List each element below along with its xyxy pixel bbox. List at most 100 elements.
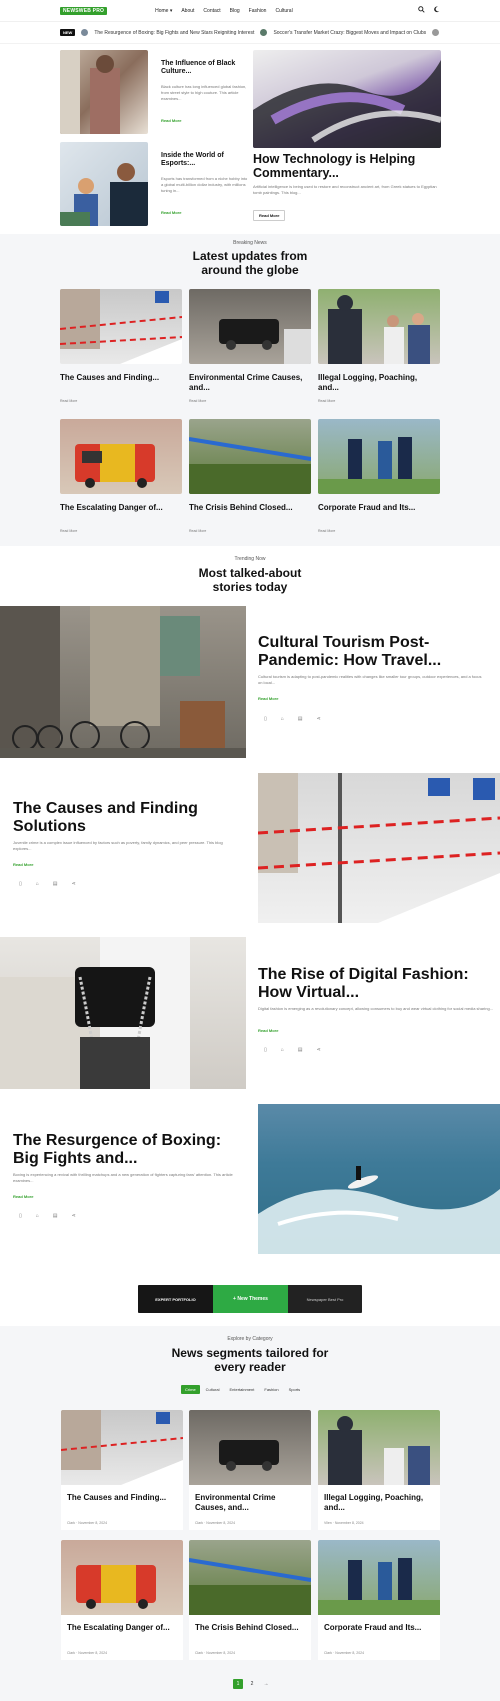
moon-icon[interactable] <box>433 6 440 15</box>
page: NEWSWEB PRO Home ▾ About Contact Blog Fa… <box>0 0 500 1701</box>
card-image[interactable] <box>189 1410 311 1485</box>
trending-excerpt-2: Juvenile crime is a complex issue influe… <box>13 840 223 851</box>
card-image[interactable] <box>61 1410 183 1485</box>
trending-image-4[interactable] <box>258 1104 500 1254</box>
hero-card1-image[interactable] <box>60 50 148 134</box>
share-icon[interactable]: ⋖ <box>72 881 76 887</box>
card-image[interactable] <box>189 419 311 494</box>
promo-banner[interactable]: EXPERT PORTFOLIO + New Themes Newspaper … <box>138 1285 362 1313</box>
card-title[interactable]: The Causes and Finding... <box>60 373 178 383</box>
card-image[interactable] <box>61 1540 183 1615</box>
page-next[interactable]: → <box>261 1679 271 1689</box>
card-title[interactable]: Illegal Logging, Poaching, and... <box>324 1493 436 1512</box>
tab-sports[interactable]: Sports <box>285 1385 305 1394</box>
home-icon[interactable]: ⌂ <box>36 881 39 887</box>
card-read-more[interactable]: Read More <box>318 529 335 533</box>
category-card[interactable]: Corporate Fraud and Its... Clark · Novem… <box>318 1540 440 1660</box>
card-image[interactable] <box>60 419 182 494</box>
share-icon[interactable]: ⋖ <box>317 716 321 722</box>
nav-home[interactable]: Home ▾ <box>155 8 172 14</box>
card-image[interactable] <box>318 289 440 364</box>
page-2[interactable]: 2 <box>247 1679 257 1689</box>
trending-title-2[interactable]: The Causes and Finding Solutions <box>13 800 243 837</box>
trending-read-more-1[interactable]: Read More <box>258 696 278 701</box>
trending-read-more-2[interactable]: Read More <box>13 862 33 867</box>
category-card[interactable]: Environmental Crime Causes, and... Clark… <box>189 1410 311 1530</box>
card-title[interactable]: Corporate Fraud and Its... <box>318 503 436 513</box>
share-icon[interactable]: ⋖ <box>72 1213 76 1219</box>
trending-read-more-4[interactable]: Read More <box>13 1194 33 1199</box>
ticker-item[interactable]: Soccer's Transfer Market Crazy: Biggest … <box>273 30 426 36</box>
nav-about[interactable]: About <box>181 8 194 14</box>
card-read-more[interactable]: Read More <box>189 399 206 403</box>
page-1[interactable]: 1 <box>233 1679 243 1689</box>
search-icon[interactable] <box>418 6 425 15</box>
nav-fashion[interactable]: Fashion <box>249 8 267 14</box>
nav-blog[interactable]: Blog <box>230 8 240 14</box>
home-icon[interactable]: ⌂ <box>281 1047 284 1053</box>
grid-icon[interactable]: ▤ <box>53 881 58 887</box>
card-read-more[interactable]: Read More <box>60 529 77 533</box>
trending-image-3[interactable] <box>0 937 246 1089</box>
trending-title-4[interactable]: The Resurgence of Boxing: Big Fights and… <box>13 1132 248 1169</box>
logo[interactable]: NEWSWEB PRO <box>60 6 108 15</box>
card-image[interactable] <box>318 419 440 494</box>
category-card[interactable]: Illegal Logging, Poaching, and... Vilen … <box>318 1410 440 1530</box>
hero-feature-title[interactable]: How Technology is Helping Commentary... <box>253 152 443 181</box>
hero-card1-excerpt: Black culture has long influenced global… <box>161 84 247 101</box>
doc-icon[interactable]: ▯ <box>19 1213 22 1219</box>
category-card[interactable]: The Escalating Danger of... Clark · Nove… <box>61 1540 183 1660</box>
card-title[interactable]: Environmental Crime Causes, and... <box>189 373 307 392</box>
hero-feature-image[interactable] <box>253 50 441 148</box>
card-image[interactable] <box>318 1410 440 1485</box>
category-card[interactable]: The Crisis Behind Closed... Clark · Nove… <box>189 1540 311 1660</box>
grid-icon[interactable]: ▤ <box>298 716 303 722</box>
card-title[interactable]: Illegal Logging, Poaching, and... <box>318 373 436 392</box>
trending-title: Most talked-about stories today <box>198 566 302 595</box>
card-read-more[interactable]: Read More <box>60 399 77 403</box>
ticker-item[interactable]: The Resurgence of Boxing: Big Fights and… <box>94 30 254 36</box>
grid-icon[interactable]: ▤ <box>298 1047 303 1053</box>
doc-icon[interactable]: ▯ <box>264 1047 267 1053</box>
card-image[interactable] <box>318 1540 440 1615</box>
hero-card2-title[interactable]: Inside the World of Esports:... <box>161 152 249 168</box>
doc-icon[interactable]: ▯ <box>19 881 22 887</box>
tab-cultural[interactable]: Cultural <box>202 1385 224 1394</box>
card-read-more[interactable]: Read More <box>189 529 206 533</box>
card-meta: Clark · November 8, 2024 <box>67 1521 108 1525</box>
share-icon[interactable]: ⋖ <box>317 1047 321 1053</box>
hero-card1-title[interactable]: The Influence of Black Culture... <box>161 60 249 76</box>
card-image[interactable] <box>60 289 182 364</box>
share-icons-4: ▯ ⌂ ▤ ⋖ <box>19 1213 76 1219</box>
hero-card2-image[interactable] <box>60 142 148 226</box>
grid-icon[interactable]: ▤ <box>53 1213 58 1219</box>
trending-image-1[interactable] <box>0 606 246 758</box>
card-title[interactable]: The Crisis Behind Closed... <box>189 503 307 513</box>
card-title[interactable]: The Crisis Behind Closed... <box>195 1623 307 1633</box>
card-title[interactable]: The Escalating Danger of... <box>60 503 178 513</box>
nav-contact[interactable]: Contact <box>203 8 220 14</box>
category-card[interactable]: The Causes and Finding... Clark · Novemb… <box>61 1410 183 1530</box>
tab-fashion[interactable]: Fashion <box>260 1385 282 1394</box>
home-icon[interactable]: ⌂ <box>36 1213 39 1219</box>
trending-title-1[interactable]: Cultural Tourism Post-Pandemic: How Trav… <box>258 634 468 671</box>
trending-image-2[interactable] <box>258 773 500 923</box>
card-title[interactable]: The Escalating Danger of... <box>67 1623 179 1633</box>
card-meta: Clark · November 8, 2024 <box>67 1651 108 1655</box>
doc-icon[interactable]: ▯ <box>264 716 267 722</box>
card-image[interactable] <box>189 289 311 364</box>
card-title[interactable]: Corporate Fraud and Its... <box>324 1623 436 1633</box>
tab-crime[interactable]: Crime <box>181 1385 200 1394</box>
trending-title-3[interactable]: The Rise of Digital Fashion: How Virtual… <box>258 966 488 1003</box>
hero-card1-read-more[interactable]: Read More <box>161 118 181 123</box>
hero-feature-read-more-button[interactable]: Read More <box>253 210 286 221</box>
tab-entertainment[interactable]: Entertainment <box>225 1385 258 1394</box>
card-title[interactable]: The Causes and Finding... <box>67 1493 179 1503</box>
nav-cultural[interactable]: Cultural <box>275 8 292 14</box>
home-icon[interactable]: ⌂ <box>281 716 284 722</box>
trending-read-more-3[interactable]: Read More <box>258 1028 278 1033</box>
hero-card2-read-more[interactable]: Read More <box>161 210 181 215</box>
card-title[interactable]: Environmental Crime Causes, and... <box>195 1493 307 1512</box>
card-read-more[interactable]: Read More <box>318 399 335 403</box>
card-image[interactable] <box>189 1540 311 1615</box>
